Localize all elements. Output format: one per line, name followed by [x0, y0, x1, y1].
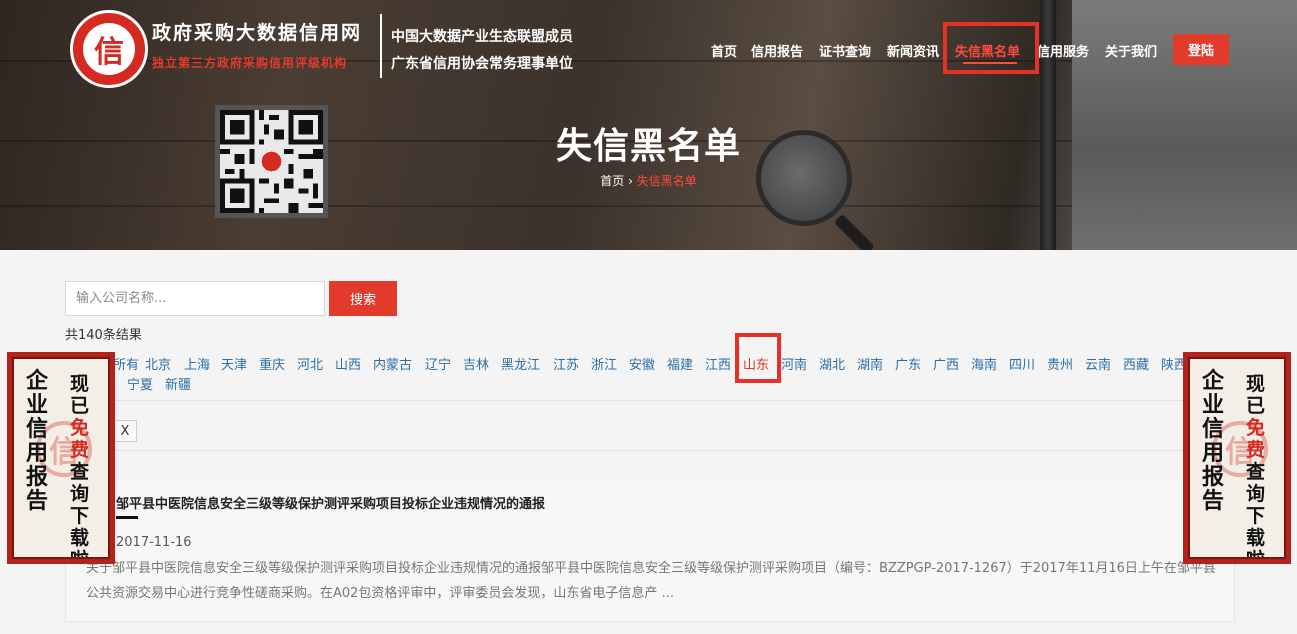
- region-zhejiang[interactable]: 浙江: [591, 354, 617, 373]
- region-liaoning[interactable]: 辽宁: [425, 354, 451, 373]
- region-jiangsu[interactable]: 江苏: [553, 354, 579, 373]
- region-ningxia[interactable]: 宁夏: [127, 374, 153, 393]
- site-tagline: 独立第三方政府采购信用评级机构: [152, 56, 348, 70]
- region-filter: 所有 北京 上海 天津 重庆 河北 山西 内蒙古 辽宁 吉林 黑龙江 江苏 浙江…: [0, 354, 1297, 394]
- region-anhui[interactable]: 安徽: [629, 354, 655, 373]
- banner-line-2: 现已免费查询下载啦: [1246, 373, 1272, 557]
- region-xinjiang[interactable]: 新疆: [165, 374, 191, 393]
- page-title: 失信黑名单: [555, 126, 741, 167]
- region-hainan[interactable]: 海南: [971, 354, 997, 373]
- region-tianjin[interactable]: 天津: [221, 354, 247, 373]
- breadcrumb-separator: ›: [628, 174, 633, 188]
- nav-highlight-box: [943, 22, 1039, 74]
- region-guangxi[interactable]: 广西: [933, 354, 959, 373]
- free-report-banner-left[interactable]: 信 企业信用报告 现已免费查询下载啦: [7, 352, 115, 564]
- region-neimenggu[interactable]: 内蒙古: [373, 354, 412, 373]
- divider: [65, 400, 1235, 401]
- region-fujian[interactable]: 福建: [667, 354, 693, 373]
- logo-glyph: 信: [83, 23, 135, 75]
- banner-line-2-suffix: 查询下载啦: [70, 461, 90, 557]
- banner-line-2-prefix: 现已: [1246, 373, 1266, 417]
- region-beijing[interactable]: 北京: [145, 354, 171, 373]
- site-name[interactable]: 政府采购大数据信用网: [152, 18, 362, 45]
- breadcrumb: 首页 › 失信黑名单: [0, 172, 1297, 189]
- region-all[interactable]: 所有: [113, 354, 139, 373]
- region-shanxi[interactable]: 山西: [335, 354, 361, 373]
- search-button[interactable]: 搜索: [329, 281, 397, 316]
- region-guizhou[interactable]: 贵州: [1047, 354, 1073, 373]
- region-shanghai[interactable]: 上海: [184, 354, 210, 373]
- nav-certificate-query[interactable]: 证书查询: [819, 41, 871, 60]
- banner-paper: 信 企业信用报告 现已免费查询下载啦: [12, 357, 110, 559]
- region-guangdong[interactable]: 广东: [895, 354, 921, 373]
- result-count: 共140条结果: [65, 328, 142, 343]
- region-hebei[interactable]: 河北: [297, 354, 323, 373]
- nav-credit-report[interactable]: 信用报告: [751, 41, 803, 60]
- header-divider: [380, 14, 382, 78]
- region-henan[interactable]: 河南: [781, 354, 807, 373]
- banner-paper: 信 企业信用报告 现已免费查询下载啦: [1188, 357, 1286, 559]
- article-title[interactable]: 邹平县中医院信息安全三级等级保护测评采购项目投标企业违规情况的通报: [116, 493, 545, 512]
- region-sichuan[interactable]: 四川: [1009, 354, 1035, 373]
- region-highlight-box: [735, 333, 781, 383]
- region-jiangxi[interactable]: 江西: [705, 354, 731, 373]
- divider: [65, 450, 1235, 451]
- nav-news[interactable]: 新闻资讯: [887, 41, 939, 60]
- company-search-input[interactable]: [65, 281, 325, 316]
- magnifier-handle: [833, 213, 875, 250]
- nav-home[interactable]: 首页: [711, 41, 737, 60]
- region-heilongjiang[interactable]: 黑龙江: [501, 354, 540, 373]
- region-yunnan[interactable]: 云南: [1085, 354, 1111, 373]
- banner-line-1: 企业信用报告: [1202, 368, 1225, 514]
- banner-free-highlight: 免费: [1246, 417, 1266, 461]
- region-hunan[interactable]: 湖南: [857, 354, 883, 373]
- region-chongqing[interactable]: 重庆: [259, 354, 285, 373]
- article-date: 2017-11-16: [116, 535, 192, 550]
- banner-line-1: 企业信用报告: [26, 368, 49, 514]
- wood-grain: [0, 205, 1080, 207]
- nav-about[interactable]: 关于我们: [1105, 41, 1157, 60]
- site-logo[interactable]: 信: [70, 10, 148, 88]
- membership-line-2: 广东省信用协会常务理事单位: [391, 56, 573, 72]
- breadcrumb-home[interactable]: 首页: [600, 174, 624, 188]
- article-title-bar: [116, 516, 138, 519]
- banner-line-2: 现已免费查询下载啦: [70, 373, 96, 557]
- article-summary: 关于邹平县中医院信息安全三级等级保护测评采购项目投标企业违规情况的通报邹平县中医…: [86, 561, 1216, 601]
- nav-credit-service[interactable]: 信用服务: [1037, 41, 1089, 60]
- banner-line-2-suffix: 查询下载啦: [1246, 461, 1266, 557]
- membership-line-1: 中国大数据产业生态联盟成员: [391, 29, 573, 45]
- region-xizang[interactable]: 西藏: [1123, 354, 1149, 373]
- login-button[interactable]: 登陆: [1173, 34, 1229, 65]
- region-jilin[interactable]: 吉林: [463, 354, 489, 373]
- clear-filter-button[interactable]: X: [113, 420, 137, 442]
- breadcrumb-current: 失信黑名单: [636, 174, 697, 188]
- banner-free-highlight: 免费: [70, 417, 90, 461]
- banner-line-2-prefix: 现已: [70, 373, 90, 417]
- region-hubei[interactable]: 湖北: [819, 354, 845, 373]
- free-report-banner-right[interactable]: 信 企业信用报告 现已免费查询下载啦: [1183, 352, 1291, 564]
